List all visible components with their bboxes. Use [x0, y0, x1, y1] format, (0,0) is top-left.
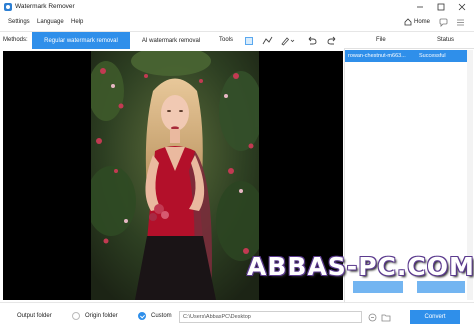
- close-icon[interactable]: [455, 1, 469, 13]
- origin-folder-label: Origin folder: [85, 313, 118, 319]
- watermark-overlay-text: ABBAS-PC.COM: [247, 252, 474, 281]
- redo-icon[interactable]: [327, 35, 338, 46]
- menu-language[interactable]: Language: [37, 19, 64, 25]
- app-title: Watermark Remover: [15, 3, 75, 10]
- menu-settings[interactable]: Settings: [8, 19, 30, 25]
- origin-folder-radio[interactable]: [72, 312, 80, 320]
- brush-icon[interactable]: [280, 35, 295, 46]
- ghost-button-left: [353, 281, 403, 293]
- preview-photo: [91, 51, 259, 300]
- home-button[interactable]: Home: [404, 18, 430, 26]
- tools-label: Tools: [219, 37, 234, 43]
- column-file: File: [376, 37, 386, 43]
- polyline-icon[interactable]: [262, 35, 273, 46]
- column-status: Status: [437, 37, 455, 43]
- custom-folder-label: Custom: [151, 313, 172, 319]
- home-label: Home: [414, 19, 431, 25]
- app-logo-icon: [4, 3, 12, 11]
- home-icon: [404, 18, 412, 26]
- custom-folder-radio[interactable]: [138, 312, 146, 320]
- file-status: Successful: [419, 53, 446, 59]
- chat-icon[interactable]: [439, 18, 448, 27]
- file-row[interactable]: rowan-chestnut-m663... Successful: [345, 50, 467, 62]
- maximize-icon[interactable]: [434, 1, 448, 13]
- output-path-field[interactable]: C:\Users\AbbasPC\Desktop: [179, 311, 362, 323]
- rectangle-select-icon[interactable]: [243, 35, 254, 46]
- tab-regular-watermark-removal[interactable]: Regular watermark removal: [32, 32, 130, 49]
- clear-path-icon[interactable]: [367, 312, 377, 322]
- methods-toolbar: Methods: Regular watermark removal AI wa…: [0, 32, 344, 49]
- menu-bar: Settings Language Help Home: [0, 14, 474, 32]
- tab-ai-watermark-removal[interactable]: AI watermark removal: [130, 32, 212, 49]
- output-bar: Output folder Origin folder Custom C:\Us…: [0, 302, 474, 330]
- file-list-header: File Status: [344, 32, 474, 49]
- menu-help[interactable]: Help: [71, 19, 83, 25]
- menu-icon[interactable]: [456, 18, 465, 27]
- app-window: Watermark Remover Settings Language Help…: [0, 0, 474, 330]
- ghost-button-right: [417, 281, 465, 293]
- title-bar: Watermark Remover: [0, 0, 474, 14]
- output-folder-label: Output folder: [17, 313, 52, 319]
- convert-button[interactable]: Convert: [410, 310, 460, 324]
- file-name: rowan-chestnut-m663...: [348, 53, 406, 59]
- minimize-icon[interactable]: [413, 1, 427, 13]
- undo-icon[interactable]: [306, 35, 317, 46]
- methods-label: Methods:: [3, 37, 28, 43]
- folder-icon[interactable]: [381, 312, 391, 322]
